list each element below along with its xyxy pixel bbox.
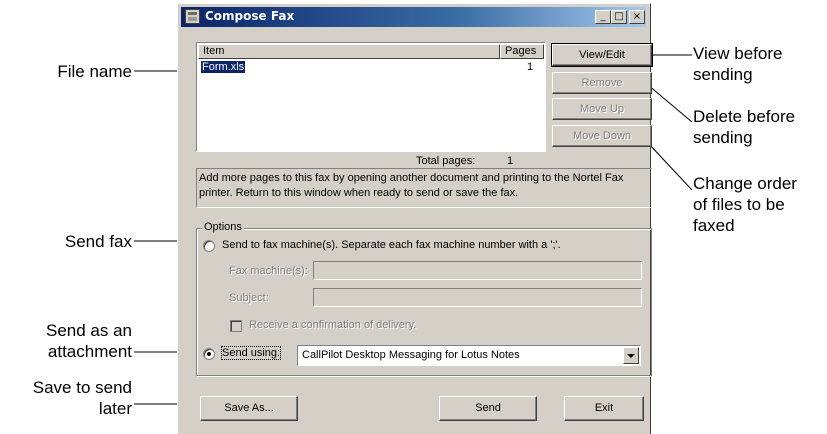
save-as-button[interactable]: Save As...: [200, 396, 298, 421]
send-fax-radio-label[interactable]: Send to fax machine(s). Separate each fa…: [222, 239, 561, 251]
view-edit-button[interactable]: View/Edit: [551, 43, 653, 67]
list-item-pages: 1: [527, 61, 534, 73]
send-using-radio[interactable]: [203, 348, 215, 360]
exit-button[interactable]: Exit: [564, 396, 644, 421]
minimize-button[interactable]: _: [595, 10, 611, 24]
send-using-value: CallPilot Desktop Messaging for Lotus No…: [302, 349, 520, 361]
send-button[interactable]: Send: [439, 396, 537, 421]
info-text-line-1: Add more pages to this fax by opening an…: [199, 172, 624, 184]
file-list[interactable]: Item Pages Form.xls 1: [196, 42, 546, 152]
send-using-label[interactable]: Send using:: [220, 346, 282, 360]
window-title: Compose Fax: [205, 9, 295, 23]
maximize-button[interactable]: □: [611, 10, 627, 24]
callout-change-order-1: Change order: [693, 174, 797, 193]
subject-field[interactable]: [313, 288, 642, 307]
column-header-item[interactable]: Item: [198, 44, 500, 59]
column-header-pages[interactable]: Pages: [500, 44, 544, 59]
list-item-name[interactable]: Form.xls: [201, 61, 246, 73]
callout-delete-before-1: Delete before: [693, 107, 796, 126]
fax-machine-label: Fax machine(s):: [229, 265, 308, 277]
info-box: Add more pages to this fax by opening an…: [196, 168, 652, 208]
compose-fax-window: Compose Fax _ □ × Item Pages Form.xls 1 …: [177, 3, 653, 434]
callout-send-attachment-2: attachment: [47, 342, 132, 361]
callout-file-name: File name: [57, 62, 132, 81]
options-group-label: Options: [202, 221, 244, 233]
callout-view-before-2: sending: [693, 65, 753, 84]
confirmation-label: Receive a confirmation of delivery.: [249, 319, 417, 331]
send-using-dropdown[interactable]: CallPilot Desktop Messaging for Lotus No…: [297, 345, 641, 366]
fax-machine-field[interactable]: [313, 261, 642, 280]
chevron-down-icon[interactable]: [623, 347, 639, 364]
callout-view-before-1: View before: [693, 44, 783, 63]
total-pages-label: Total pages:: [416, 155, 476, 167]
info-text-line-2: printer. Return to this window when read…: [199, 187, 519, 199]
move-up-button[interactable]: Move Up: [552, 98, 652, 120]
title-bar[interactable]: Compose Fax _ □ ×: [181, 7, 646, 27]
fax-icon: [185, 9, 200, 24]
send-fax-radio[interactable]: [203, 240, 215, 252]
move-down-button[interactable]: Move Down: [552, 125, 652, 147]
callout-save-later-2: later: [98, 399, 132, 418]
callout-change-order-3: faxed: [693, 216, 735, 235]
confirmation-checkbox[interactable]: [230, 320, 242, 332]
total-pages-value: 1: [507, 155, 514, 167]
remove-button[interactable]: Remove: [552, 72, 652, 94]
callout-save-later-1: Save to send: [32, 378, 132, 397]
callout-change-order-2: of files to be: [693, 195, 785, 214]
callout-send-attachment-1: Send as an: [45, 321, 132, 340]
callout-send-fax: Send fax: [64, 232, 132, 251]
close-button[interactable]: ×: [629, 10, 645, 24]
callout-delete-before-2: sending: [693, 128, 753, 147]
subject-label: Subject:: [229, 292, 269, 304]
